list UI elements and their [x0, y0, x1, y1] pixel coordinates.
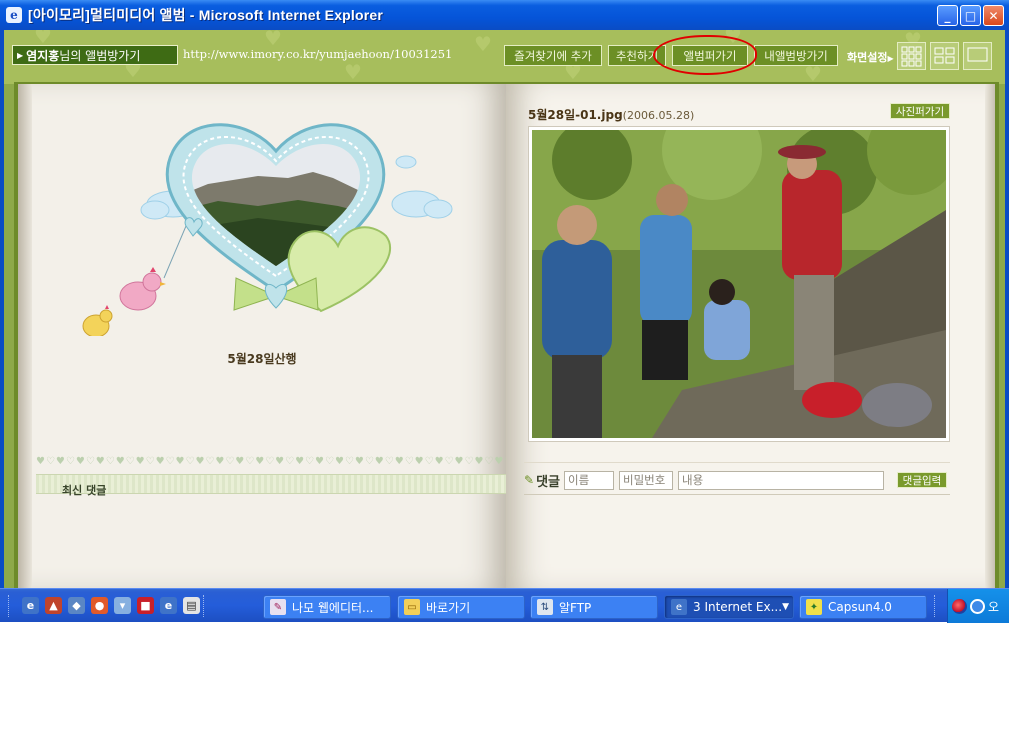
ie-icon: e [671, 599, 687, 615]
add-favorite-button[interactable]: 즐겨찾기에 추가 [504, 45, 602, 66]
lace-decoration: ♥♡♥♡♥♡♥♡♥♡♥♡♥♡♥♡♥♡♥♡♥♡♥♡♥♡♥♡♥♡♥♡♥♡♥♡♥♡♥♡… [36, 456, 506, 467]
media-icon[interactable]: ▲ [45, 597, 62, 614]
ie-page-icon: e [6, 7, 22, 23]
latest-comments-strip: ♥♡♥♡♥♡♥♡♥♡♥♡♥♡♥♡♥♡♥♡♥♡♥♡♥♡♥♡♥♡♥♡♥♡♥♡♥♡♥♡… [36, 456, 506, 502]
chevron-down-icon: ▼ [782, 602, 789, 612]
window-titlebar[interactable]: e [아이모리]멀티미디어 앨범 - Microsoft Internet Ex… [0, 0, 1009, 30]
album-photo[interactable] [532, 130, 946, 438]
app-icon[interactable]: ● [91, 597, 108, 614]
ie-quicklaunch-icon[interactable]: e [22, 597, 39, 614]
owner-name: 염지홍 [26, 48, 60, 63]
window-title: [아이모리]멀티미디어 앨범 - Microsoft Internet Expl… [28, 7, 384, 23]
comment-form: ✎ 댓글 이름 비밀번호 내용 댓글입력 [524, 468, 950, 492]
maximize-button[interactable]: □ [960, 5, 981, 26]
single-view-icon [967, 47, 988, 62]
photo-date: (2006.05.28) [622, 109, 695, 122]
right-page: 5월28일-01.jpg(2006.05.28) 사진퍼가기 ✎ 댓글 이름 비… [506, 84, 994, 588]
system-tray: 오 [947, 589, 1009, 623]
photo-title: 5월28일-01.jpg(2006.05.28) [528, 106, 694, 123]
minimize-button[interactable]: _ [937, 5, 958, 26]
comment-name-input[interactable]: 이름 [563, 470, 614, 490]
latest-comments-label: 최신 댓글 [62, 484, 107, 497]
grid-view-icon [901, 46, 922, 67]
album-caption: 5월28일산행 [227, 352, 297, 366]
back-arrow-icon[interactable] [970, 598, 985, 614]
comment-label: ✎ 댓글 [524, 473, 560, 490]
scrap-photo-button[interactable]: 사진퍼가기 [890, 103, 950, 119]
system-clock: 오 [988, 599, 1000, 614]
owner-album-link[interactable]: ▶ 염지홍 님의 앨범방가기 [12, 45, 178, 65]
triangle-right-icon: ▶ [17, 50, 24, 60]
album-top-bar: ♥ ♥ ♥ ♥ ♥ ♥ ♥ ♥ ♥ ▶ 염지홍 님의 앨범방가기 http://www.… [4, 30, 1005, 84]
layout-grid-button[interactable] [897, 42, 926, 70]
document-icon[interactable]: ■ [137, 597, 154, 614]
photo-frame [528, 126, 950, 442]
hiking-photo-illustration [532, 130, 946, 438]
layout-book-button[interactable] [930, 42, 959, 70]
namo-icon: ✎ [270, 599, 286, 615]
layout-single-button[interactable] [963, 42, 992, 70]
quick-launch: e ▲ ◆ ● ▾ ■ e ▤ [22, 597, 200, 614]
comment-content-input[interactable]: 내용 [677, 470, 884, 490]
task-namo[interactable]: ✎ 나모 웹에디터... [263, 595, 391, 619]
browser-icon[interactable]: e [160, 597, 177, 614]
ftp-icon: ⇅ [537, 599, 553, 615]
folder-icon: ▭ [404, 599, 420, 615]
my-album-button[interactable]: 내앨범방가기 [754, 45, 838, 66]
close-button[interactable]: ✕ [983, 5, 1004, 26]
screen-setting-label: 화면설정▶ [847, 51, 894, 64]
comment-password-input[interactable]: 비밀번호 [618, 470, 673, 490]
korean-ime-icon[interactable] [952, 598, 967, 614]
clipboard-icon[interactable]: ▤ [183, 597, 200, 614]
browser-content: ♥ ♥ ♥ ♥ ♥ ♥ ♥ ♥ ♥ ▶ 염지홍 님의 앨범방가기 http://www.… [0, 30, 1009, 588]
album-book: 5월28일산행 ♥♡♥♡♥♡♥♡♥♡♥♡♥♡♥♡♥♡♥♡♥♡♥♡♥♡♥♡♥♡♥♡… [14, 82, 999, 588]
pencil-icon: ✎ [524, 473, 535, 487]
owner-link-suffix: 님의 앨범방가기 [59, 48, 141, 63]
taskbar: e ▲ ◆ ● ▾ ■ e ▤ ✎ 나모 웹에디터... ▭ 바로가기 ⇅ 알F… [0, 588, 1009, 623]
triangle-right-icon: ▶ [887, 54, 894, 63]
book-view-icon [934, 47, 955, 64]
task-internet-explorer[interactable]: e 3 Internet Ex... ▼ [664, 595, 794, 619]
task-alftp[interactable]: ⇅ 알FTP [530, 595, 658, 619]
task-shortcut[interactable]: ▭ 바로가기 [397, 595, 525, 619]
comment-submit-button[interactable]: 댓글입력 [896, 472, 947, 488]
heart-frame-illustration [82, 123, 453, 336]
task-capsun[interactable]: ✦ Capsun4.0 [799, 595, 927, 619]
cup-icon[interactable]: ▾ [114, 597, 131, 614]
left-page: 5월28일산행 ♥♡♥♡♥♡♥♡♥♡♥♡♥♡♥♡♥♡♥♡♥♡♥♡♥♡♥♡♥♡♥♡… [18, 84, 506, 588]
photo-filename: 5월28일-01.jpg [528, 108, 623, 122]
network-icon[interactable]: ◆ [68, 597, 85, 614]
capsun-icon: ✦ [806, 599, 822, 615]
album-url[interactable]: http://www.imory.co.kr/yumjaehoon/100312… [183, 47, 452, 61]
red-highlight-circle [653, 35, 757, 75]
